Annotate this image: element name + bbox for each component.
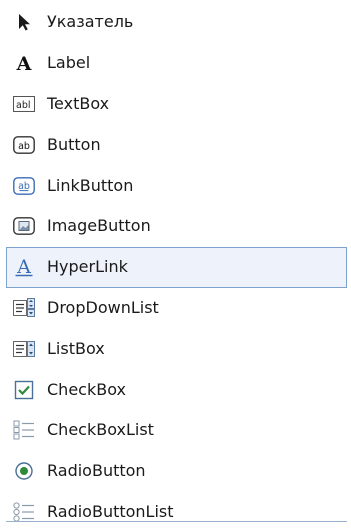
listbox-icon: [13, 338, 35, 360]
toolbox-item-radiobuttonlist[interactable]: RadioButtonList: [6, 492, 347, 532]
checkboxlist-icon: [13, 419, 35, 441]
toolbox-item-label: Button: [47, 134, 101, 154]
toolbox-item-label: DropDownList: [47, 297, 159, 317]
svg-text:abl: abl: [16, 100, 31, 111]
dropdownlist-icon: [13, 297, 35, 319]
toolbox-item-checkboxlist[interactable]: CheckBoxList: [6, 410, 347, 451]
toolbox-item-label: CheckBox: [47, 379, 126, 399]
linkbutton-icon: ab: [13, 175, 35, 197]
toolbox-bottom-divider: [6, 521, 347, 522]
toolbox-panel: Указатель A Label abl TextBox ab Button: [0, 0, 351, 528]
toolbox-item-label-control[interactable]: A Label: [6, 43, 347, 84]
svg-text:ab: ab: [18, 141, 30, 152]
toolbox-item-hyperlink[interactable]: A HyperLink: [6, 246, 347, 288]
toolbox-item-label: RadioButtonList: [47, 501, 174, 521]
toolbox-item-label: RadioButton: [47, 461, 146, 481]
textbox-icon: abl: [13, 93, 35, 115]
toolbox-item-label: HyperLink: [47, 257, 128, 277]
toolbox-item-checkbox[interactable]: CheckBox: [6, 369, 347, 410]
radiobuttonlist-icon: [13, 501, 35, 523]
toolbox-item-label: ListBox: [47, 338, 105, 358]
toolbox-item-label: Указатель: [47, 12, 134, 32]
toolbox-item-button[interactable]: ab Button: [6, 124, 347, 165]
toolbox-item-textbox[interactable]: abl TextBox: [6, 84, 347, 125]
toolbox-item-label: Label: [47, 53, 91, 73]
toolbox-item-label: TextBox: [47, 93, 110, 113]
toolbox-item-dropdownlist[interactable]: DropDownList: [6, 288, 347, 329]
toolbox-item-label: ImageButton: [47, 216, 151, 236]
hyperlink-icon: A: [13, 256, 35, 278]
button-icon: ab: [13, 134, 35, 156]
imagebutton-icon: [13, 215, 35, 237]
radiobutton-icon: [13, 460, 35, 482]
pointer-icon: [13, 11, 35, 33]
svg-text:A: A: [16, 256, 31, 278]
checkbox-icon: [13, 379, 35, 401]
toolbox-item-pointer[interactable]: Указатель: [6, 2, 347, 43]
toolbox-item-linkbutton[interactable]: ab LinkButton: [6, 165, 347, 206]
toolbox-item-imagebutton[interactable]: ImageButton: [6, 206, 347, 247]
toolbox-item-listbox[interactable]: ListBox: [6, 328, 347, 369]
label-icon: A: [13, 52, 35, 74]
toolbox-item-radiobutton[interactable]: RadioButton: [6, 451, 347, 492]
toolbox-item-label: CheckBoxList: [47, 420, 154, 440]
toolbox-item-label: LinkButton: [47, 175, 134, 195]
svg-text:A: A: [16, 53, 32, 74]
